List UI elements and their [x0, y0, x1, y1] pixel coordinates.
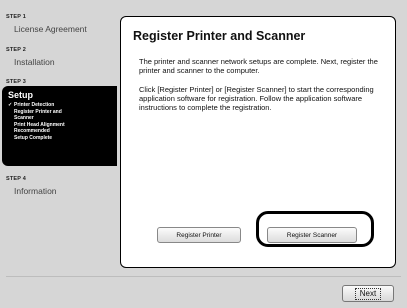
substep-register-printer-and-scanner: Register Printer and	[14, 108, 62, 115]
step-3-active-panel: Setup ✓ Printer Detection Register Printe…	[2, 86, 117, 166]
substep-setup-complete: Setup Complete	[14, 134, 53, 141]
step-3-title: Setup	[8, 90, 34, 100]
next-button[interactable]: Next	[342, 285, 394, 302]
footer-divider	[6, 276, 401, 277]
page-title: Register Printer and Scanner	[133, 29, 306, 43]
substep-print-head-alignment: Print Head Alignment	[14, 121, 65, 128]
step-1-label: STEP 1	[6, 14, 27, 20]
step-4-label: STEP 4	[6, 176, 27, 182]
step-4-title: Information	[14, 186, 57, 196]
register-scanner-highlight-ring	[256, 211, 374, 247]
installer-window: STEP 1 License Agreement STEP 2 Installa…	[0, 0, 407, 308]
step-2-title: Installation	[14, 57, 55, 67]
setup-substeps-list: ✓ Printer Detection Register Printer and …	[8, 102, 65, 142]
next-button-label: Next	[354, 287, 382, 300]
step-3-label: STEP 3	[6, 79, 27, 85]
intro-paragraph: The printer and scanner network setups a…	[139, 57, 378, 75]
substep-register-printer-and-scanner-cont: Scanner	[14, 115, 34, 122]
substep-printer-detection: ✓ Printer Detection	[8, 102, 55, 108]
step-2-label: STEP 2	[6, 47, 27, 53]
register-printer-button[interactable]: Register Printer	[157, 227, 241, 243]
step-1-title: License Agreement	[14, 24, 87, 34]
substep-recommended: Recommended	[14, 128, 50, 135]
instruction-paragraph: Click [Register Printer] or [Register Sc…	[139, 85, 374, 112]
check-icon: ✓	[8, 102, 13, 108]
